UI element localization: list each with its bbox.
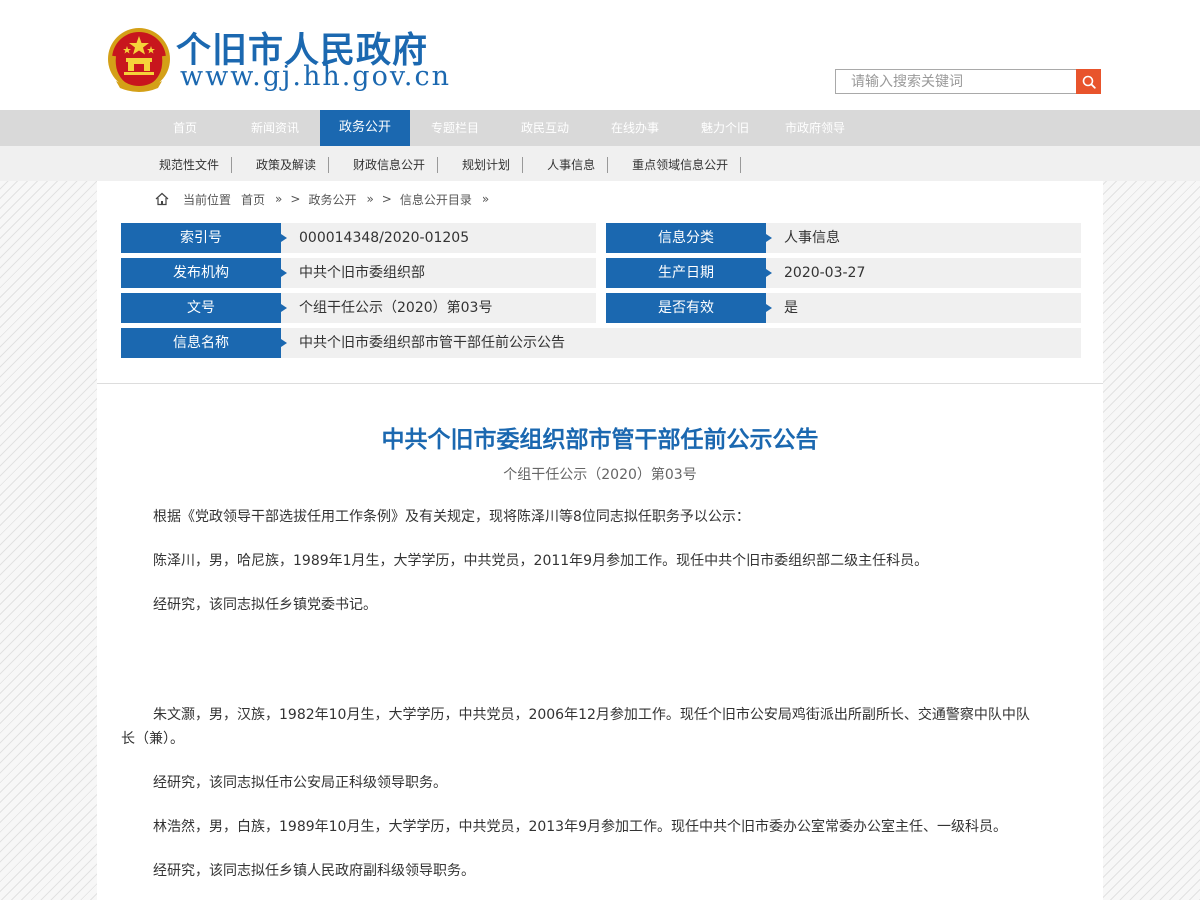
- meta-value-publisher: 中共个旧市委组织部: [281, 258, 596, 288]
- site-header: 个旧市人民政府 www.gj.hh.gov.cn: [0, 0, 1200, 110]
- nav-item-government-affairs[interactable]: 政务公开: [320, 110, 410, 150]
- nav-item-leaders[interactable]: 市政府领导: [770, 110, 860, 146]
- meta-row-valid: 是否有效 是: [606, 293, 1081, 323]
- site-url: www.gj.hh.gov.cn: [180, 61, 451, 92]
- article-title: 中共个旧市委组织部市管干部任前公示公告: [381, 427, 819, 453]
- meta-label-name: 信息名称: [121, 328, 287, 358]
- meta-label-doc-no: 文号: [121, 293, 287, 323]
- sub-nav-item-key-areas[interactable]: 重点领域信息公开: [620, 157, 742, 173]
- nav-item-interaction[interactable]: 政民互动: [500, 110, 590, 146]
- divider: [97, 383, 1103, 384]
- breadcrumb-home[interactable]: 首页: [241, 191, 265, 208]
- main-nav: 首页 新闻资讯 政务公开 专题栏目 政民互动 在线办事 魅力个旧 市政府领导: [0, 110, 1200, 150]
- breadcrumb-separator: »: [366, 192, 374, 206]
- article-subtitle: 个组干任公示（2020）第03号: [503, 467, 697, 483]
- article-paragraph: 经研究，该同志拟任乡镇党委书记。: [153, 597, 377, 613]
- meta-value-valid: 是: [766, 293, 1081, 323]
- national-emblem-icon: [108, 28, 170, 92]
- search-button[interactable]: [1076, 69, 1101, 94]
- meta-label-valid: 是否有效: [606, 293, 772, 323]
- meta-row-publisher: 发布机构 中共个旧市委组织部: [121, 258, 596, 288]
- sub-nav-item-plans[interactable]: 规划计划: [450, 157, 524, 173]
- search-input[interactable]: [835, 69, 1077, 94]
- article-paragraph: 林浩然，男，白族，1989年10月生，大学学历，中共党员，2013年9月参加工作…: [153, 819, 1007, 835]
- meta-label-index-no: 索引号: [121, 223, 287, 253]
- nav-item-news[interactable]: 新闻资讯: [230, 110, 320, 146]
- sub-nav: 规范性文件 政策及解读 财政信息公开 规划计划 人事信息 重点领域信息公开: [0, 146, 1200, 181]
- content-panel: 当前位置 首页 » > 政务公开 » > 信息公开目录 » 索引号 000014…: [97, 181, 1103, 900]
- meta-row-category: 信息分类 人事信息: [606, 223, 1081, 253]
- sub-nav-item-personnel[interactable]: 人事信息: [535, 157, 609, 173]
- nav-item-online-services[interactable]: 在线办事: [590, 110, 680, 146]
- meta-value-date: 2020-03-27: [766, 258, 1081, 288]
- sub-nav-item-finance[interactable]: 财政信息公开: [341, 157, 439, 173]
- meta-row-date: 生产日期 2020-03-27: [606, 258, 1081, 288]
- meta-row-name: 信息名称 中共个旧市委组织部市管干部任前公示公告: [121, 328, 1081, 358]
- meta-value-category: 人事信息: [766, 223, 1081, 253]
- meta-row-doc-no: 文号 个组干任公示（2020）第03号: [121, 293, 596, 323]
- article-paragraph: 根据《党政领导干部选拔任用工作条例》及有关规定，现将陈泽川等8位同志拟任职务予以…: [153, 509, 750, 525]
- breadcrumb-arrow: >: [381, 192, 392, 206]
- breadcrumb-arrow: >: [290, 192, 301, 206]
- article-paragraph: 陈泽川，男，哈尼族，1989年1月生，大学学历，中共党员，2011年9月参加工作…: [153, 553, 929, 569]
- article-paragraph: 朱文灏，男，汉族，1982年10月生，大学学历，中共党员，2006年12月参加工…: [121, 707, 1030, 747]
- breadcrumb-separator: »: [275, 192, 283, 206]
- article-paragraph: 经研究，该同志拟任乡镇人民政府副科级领导职务。: [153, 863, 475, 879]
- meta-value-doc-no: 个组干任公示（2020）第03号: [281, 293, 596, 323]
- article-paragraph: 经研究，该同志拟任市公安局正科级领导职务。: [153, 775, 447, 791]
- meta-value-name: 中共个旧市委组织部市管干部任前公示公告: [281, 328, 1081, 358]
- nav-item-special-topics[interactable]: 专题栏目: [410, 110, 500, 146]
- meta-value-index-no: 000014348/2020-01205: [281, 223, 596, 253]
- nav-item-home[interactable]: 首页: [140, 110, 230, 146]
- meta-row-index: 索引号 000014348/2020-01205: [121, 223, 596, 253]
- sub-nav-item-normative-docs[interactable]: 规范性文件: [147, 157, 233, 173]
- search-icon: [1082, 75, 1096, 89]
- meta-label-publisher: 发布机构: [121, 258, 287, 288]
- breadcrumb-government-affairs[interactable]: 政务公开: [308, 191, 356, 208]
- nav-item-charm-gejiu[interactable]: 魅力个旧: [680, 110, 770, 146]
- breadcrumb-label: 当前位置: [183, 192, 232, 207]
- breadcrumb-separator: »: [481, 192, 490, 206]
- sub-nav-item-policies[interactable]: 政策及解读: [244, 157, 330, 173]
- home-icon: [155, 192, 169, 206]
- meta-label-category: 信息分类: [606, 223, 772, 253]
- meta-label-date: 生产日期: [606, 258, 772, 288]
- breadcrumb-catalog[interactable]: 信息公开目录: [400, 191, 472, 208]
- breadcrumb: 当前位置 首页 » > 政务公开 » > 信息公开目录 »: [155, 190, 497, 208]
